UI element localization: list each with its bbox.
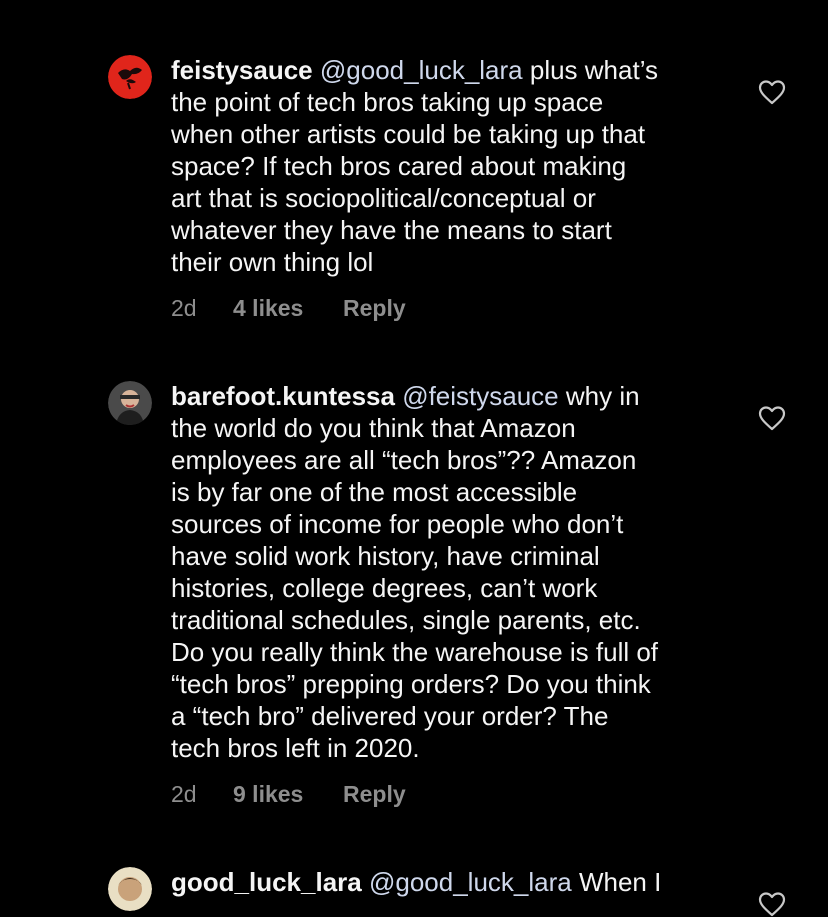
like-heart-icon[interactable]	[758, 891, 786, 917]
comment-line: their own thing lol	[171, 247, 374, 277]
comment-username[interactable]: barefoot.kuntessa	[171, 381, 395, 411]
like-heart-icon[interactable]	[758, 405, 786, 431]
reply-button[interactable]: Reply	[343, 781, 406, 808]
comment-line: employees are all “tech bros”?? Amazon	[171, 445, 637, 475]
comment-line: “tech bros” prepping orders? Do you thin…	[171, 669, 651, 699]
comment-likes[interactable]: 4 likes	[233, 295, 343, 322]
comment-age: 2d	[171, 295, 197, 321]
comment-meta: 2d 9 likes Reply	[171, 781, 406, 808]
comment-text: good_luck_lara @good_luck_lara When I	[171, 866, 731, 898]
avatar-image	[108, 55, 152, 99]
avatar-image	[108, 867, 152, 911]
comment-line: the world do you think that Amazon	[171, 413, 576, 443]
comment-username[interactable]: feistysauce	[171, 55, 313, 85]
comment-line: is by far one of the most accessible	[171, 477, 578, 507]
comment-mention[interactable]: @good_luck_lara	[369, 867, 572, 897]
comment-line: histories, college degrees, can’t work	[171, 573, 598, 603]
reply-button[interactable]: Reply	[343, 295, 406, 322]
comment-line: whatever they have the means to start	[171, 215, 612, 245]
comment-line: the point of tech bros taking up space	[171, 87, 604, 117]
comment-text: feistysauce @good_luck_lara plus what’s …	[171, 54, 731, 278]
comment-line: tech bros left in 2020.	[171, 733, 420, 763]
avatar-image	[108, 381, 152, 425]
avatar[interactable]	[108, 381, 152, 425]
comment-text-first: When I	[571, 867, 662, 897]
like-heart-icon[interactable]	[758, 79, 786, 105]
comment-meta: 2d 4 likes Reply	[171, 295, 406, 322]
comment-line: sources of income for people who don’t	[171, 509, 624, 539]
comment-line: space? If tech bros cared about making	[171, 151, 627, 181]
comment-line: a “tech bro” delivered your order? The	[171, 701, 609, 731]
comment-age: 2d	[171, 781, 197, 807]
comment-line: have solid work history, have criminal	[171, 541, 600, 571]
comment-text: barefoot.kuntessa @feistysauce why in th…	[171, 380, 731, 764]
comment-likes[interactable]: 9 likes	[233, 781, 343, 808]
comment-username[interactable]: good_luck_lara	[171, 867, 362, 897]
comment-mention[interactable]: @good_luck_lara	[320, 55, 523, 85]
comment-line: Do you really think the warehouse is ful…	[171, 637, 659, 667]
comment-line: traditional schedules, single parents, e…	[171, 605, 641, 635]
comment-text-first: why in	[558, 381, 640, 411]
comment-mention[interactable]: @feistysauce	[402, 381, 558, 411]
comment-text-first: plus what’s	[522, 55, 659, 85]
avatar[interactable]	[108, 55, 152, 99]
avatar[interactable]	[108, 867, 152, 911]
comment-line: when other artists could be taking up th…	[171, 119, 646, 149]
comment-line: art that is sociopolitical/conceptual or	[171, 183, 596, 213]
